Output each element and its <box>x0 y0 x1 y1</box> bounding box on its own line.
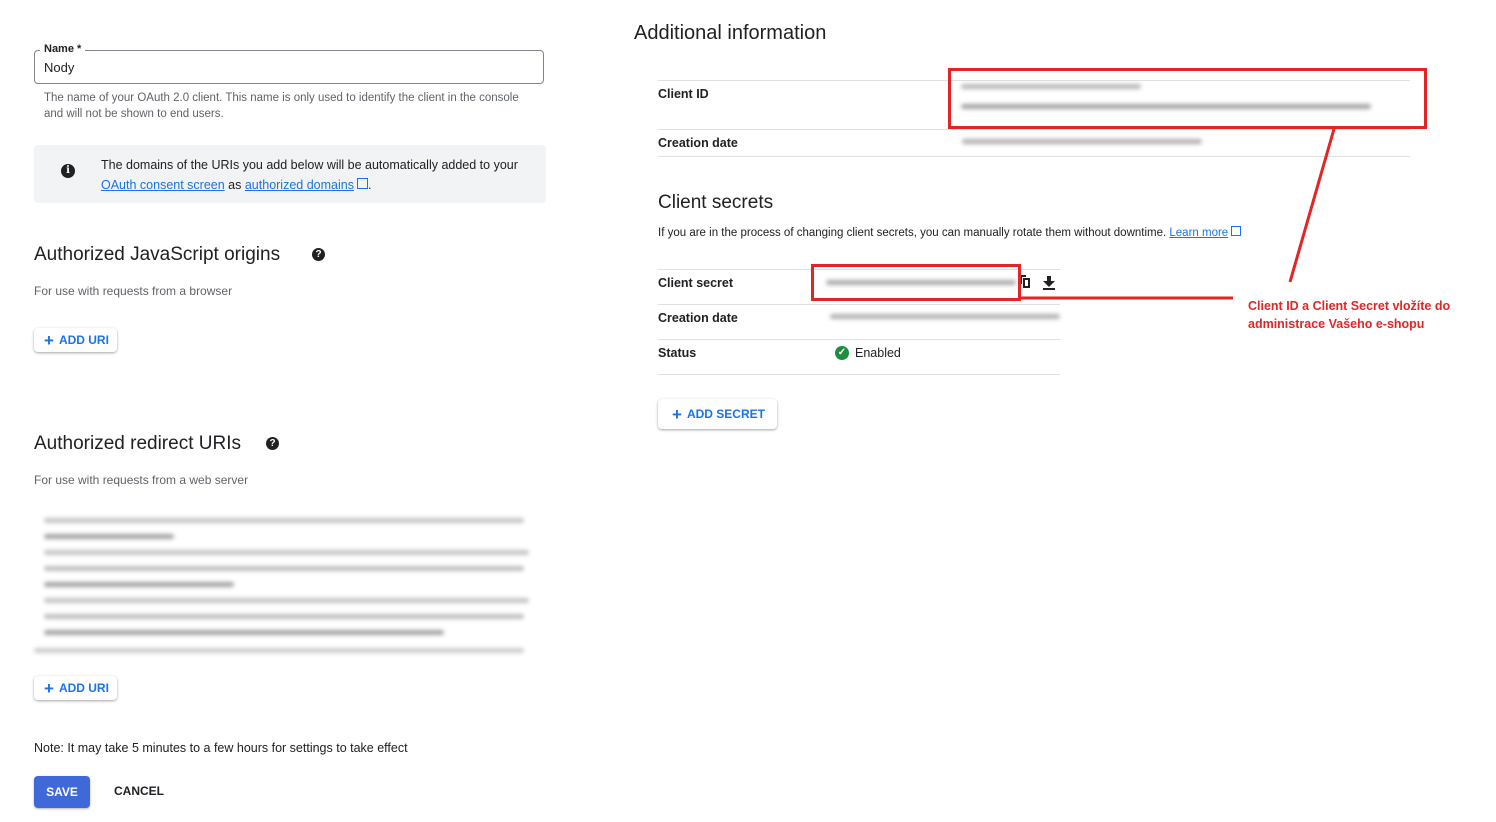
annotation-arrows <box>1021 128 1336 300</box>
annotation-text: Client ID a Client Secret vložíte do adm… <box>1248 299 1451 331</box>
client-id-pointer-line <box>1288 128 1336 283</box>
